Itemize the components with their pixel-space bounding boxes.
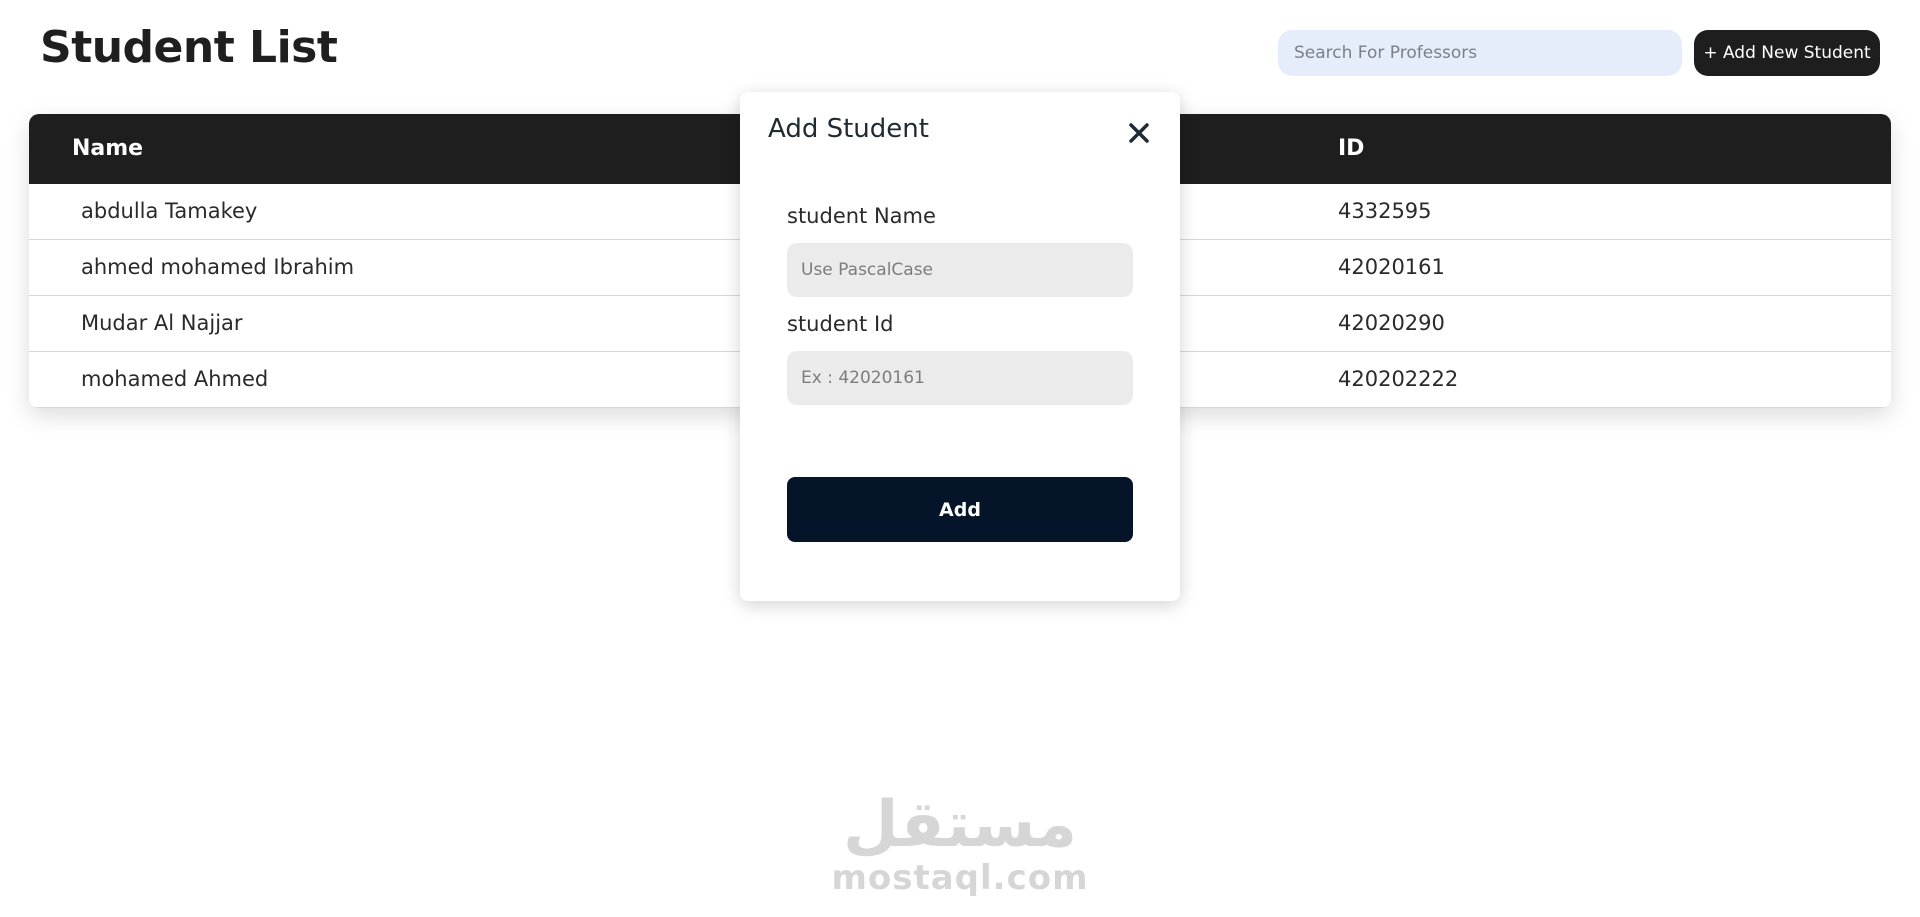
student-id-label: student Id <box>787 312 894 336</box>
student-name-cell: mohamed Ahmed <box>81 367 269 391</box>
column-header-id: ID <box>1338 136 1365 161</box>
student-name-label: student Name <box>787 204 936 228</box>
student-id-cell: 4332595 <box>1338 199 1432 223</box>
student-id-cell: 420202222 <box>1338 367 1459 391</box>
student-name-cell: abdulla Tamakey <box>81 199 258 223</box>
watermark-arabic: مستقل <box>842 788 1078 862</box>
watermark-latin: mostaql.com <box>831 858 1089 898</box>
search-input[interactable] <box>1278 30 1682 76</box>
student-name-cell: Mudar Al Najjar <box>81 311 243 335</box>
add-button[interactable]: Add <box>787 477 1133 542</box>
add-student-modal: Add Student student Name student Id Add <box>740 92 1180 601</box>
column-header-name: Name <box>72 136 144 161</box>
close-button[interactable] <box>1124 118 1154 148</box>
student-name-input[interactable] <box>787 243 1133 297</box>
student-id-input[interactable] <box>787 351 1133 405</box>
watermark-logo: مستقل mostaql.com <box>820 790 1100 896</box>
modal-title: Add Student <box>768 114 929 144</box>
student-id-cell: 42020290 <box>1338 311 1445 335</box>
add-new-student-button[interactable]: + Add New Student <box>1694 30 1880 76</box>
close-icon <box>1129 123 1149 143</box>
student-id-cell: 42020161 <box>1338 255 1445 279</box>
page-title: Student List <box>40 22 338 73</box>
student-name-cell: ahmed mohamed Ibrahim <box>81 255 355 279</box>
